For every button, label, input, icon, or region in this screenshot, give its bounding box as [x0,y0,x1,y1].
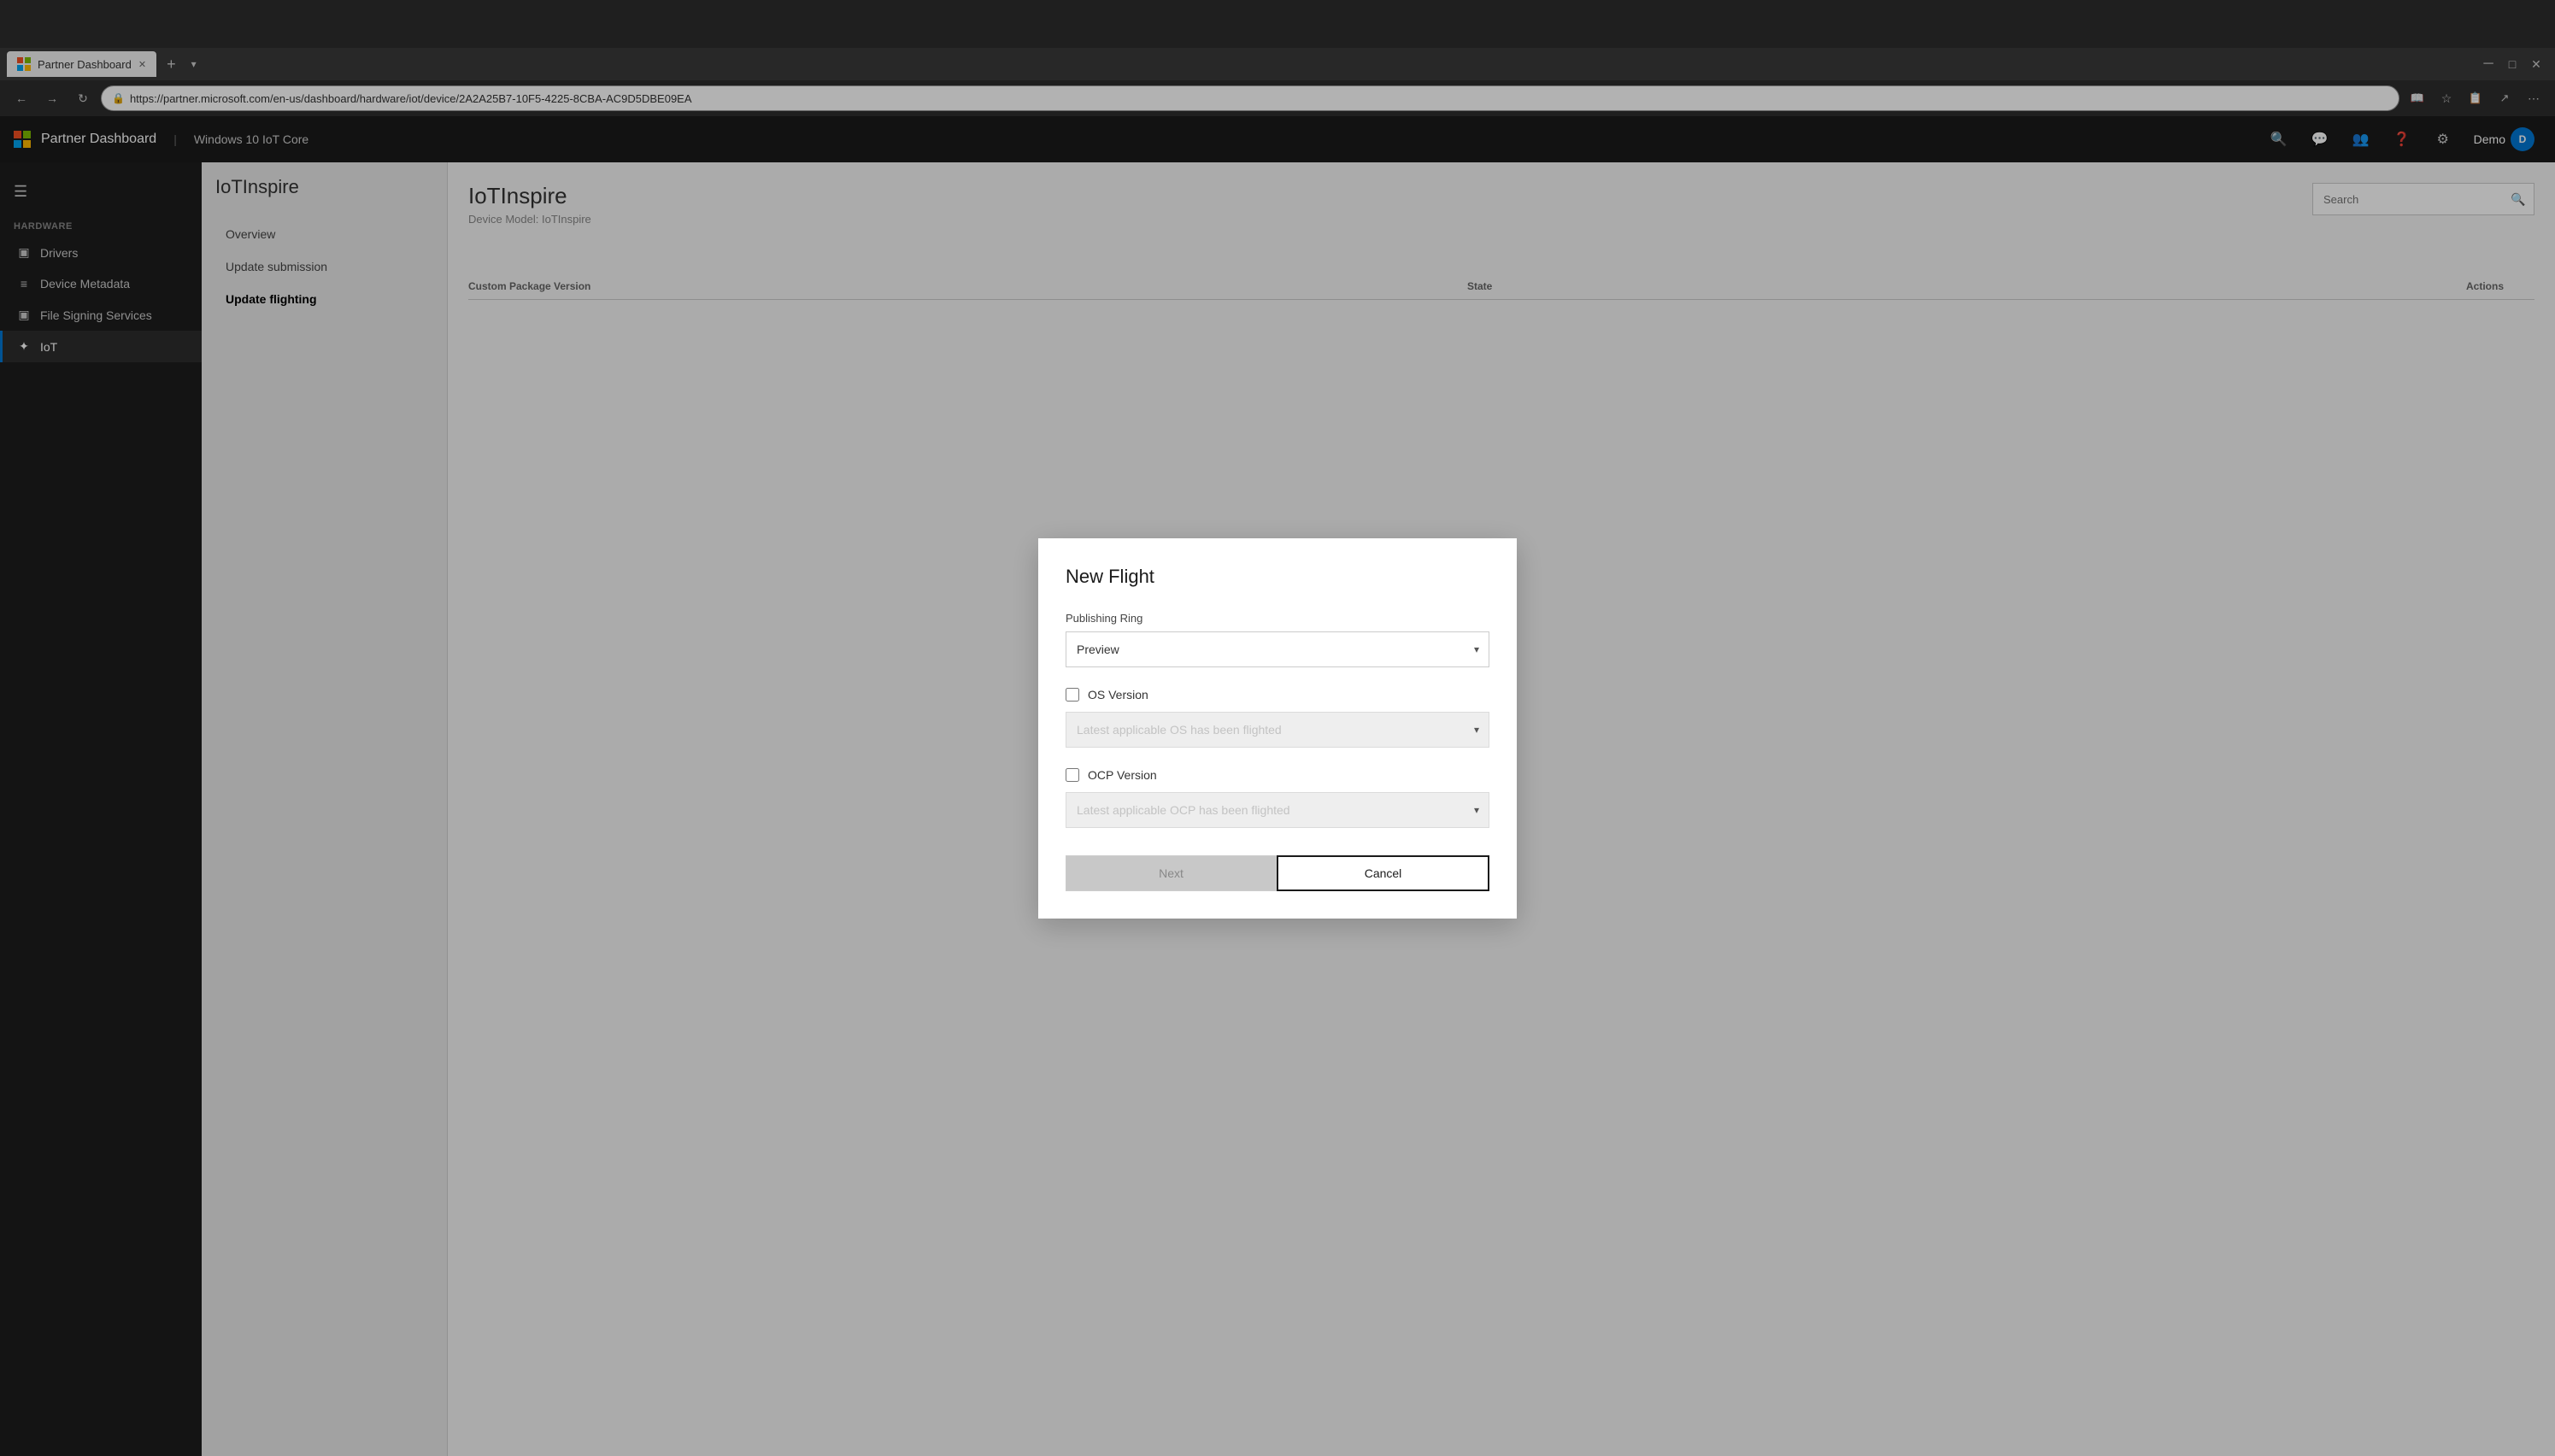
ocp-version-group: OCP Version Latest applicable OCP has be… [1066,768,1489,828]
next-button[interactable]: Next [1066,855,1277,891]
publishing-ring-label: Publishing Ring [1066,612,1489,625]
ocp-version-checkbox[interactable] [1066,768,1079,782]
os-version-select[interactable]: Latest applicable OS has been flighted [1066,712,1489,748]
os-version-group: OS Version Latest applicable OS has been… [1066,688,1489,748]
cancel-button[interactable]: Cancel [1277,855,1489,891]
ocp-version-label: OCP Version [1088,768,1157,782]
ocp-version-select[interactable]: Latest applicable OCP has been flighted [1066,792,1489,828]
publishing-ring-select[interactable]: Preview General Availability [1066,631,1489,667]
os-version-checkbox[interactable] [1066,688,1079,702]
os-version-label: OS Version [1088,688,1148,702]
publishing-ring-select-wrapper: Preview General Availability ▾ [1066,631,1489,667]
new-flight-dialog: New Flight Publishing Ring Preview Gener… [1038,538,1517,919]
dialog-buttons: Next Cancel [1066,855,1489,891]
os-version-checkbox-row: OS Version [1066,688,1489,702]
dialog-title: New Flight [1066,566,1489,588]
dialog-overlay: New Flight Publishing Ring Preview Gener… [0,0,2555,1456]
ocp-version-checkbox-row: OCP Version [1066,768,1489,782]
publishing-ring-group: Publishing Ring Preview General Availabi… [1066,612,1489,667]
os-version-select-wrapper: Latest applicable OS has been flighted ▾ [1066,712,1489,748]
ocp-version-select-wrapper: Latest applicable OCP has been flighted … [1066,792,1489,828]
